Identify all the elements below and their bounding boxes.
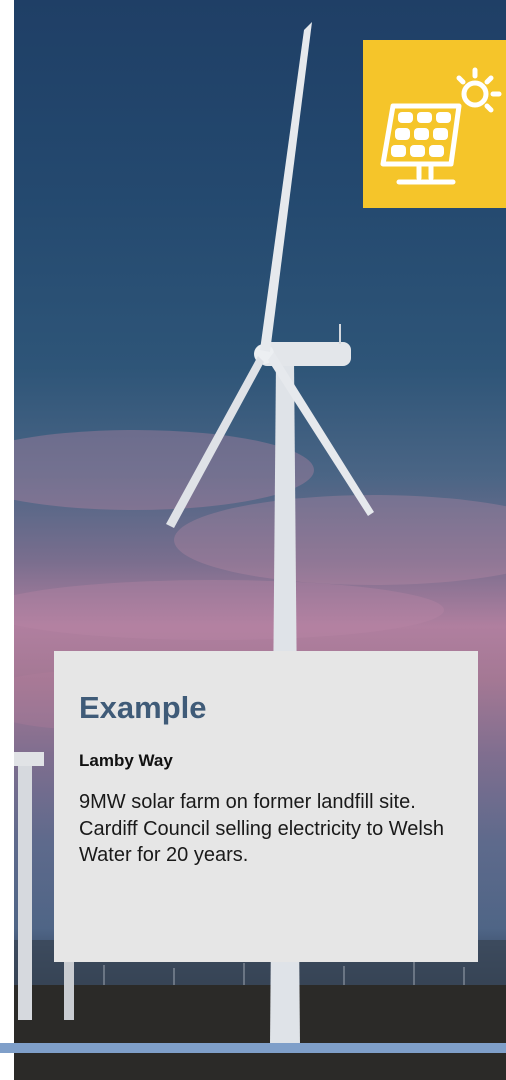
example-card: Example Lamby Way 9MW solar farm on form… <box>54 651 478 962</box>
solar-badge <box>363 40 506 208</box>
example-description: 9MW solar farm on former landfill site. … <box>79 791 444 866</box>
left-turbine-tower <box>18 760 32 1020</box>
turbine-blade <box>260 22 312 352</box>
cloud <box>14 430 314 510</box>
solar-panel-icon <box>380 67 502 185</box>
anemometer <box>339 324 341 344</box>
example-heading: Example <box>79 690 207 725</box>
slide-panel: Example Lamby Way 9MW solar farm on form… <box>0 0 506 1080</box>
ground <box>14 985 506 1080</box>
cloud <box>174 495 506 585</box>
example-subheading: Lamby Way <box>79 751 173 770</box>
accent-divider <box>0 1043 506 1053</box>
left-turbine-nacelle <box>14 752 44 766</box>
cloud <box>14 580 444 640</box>
